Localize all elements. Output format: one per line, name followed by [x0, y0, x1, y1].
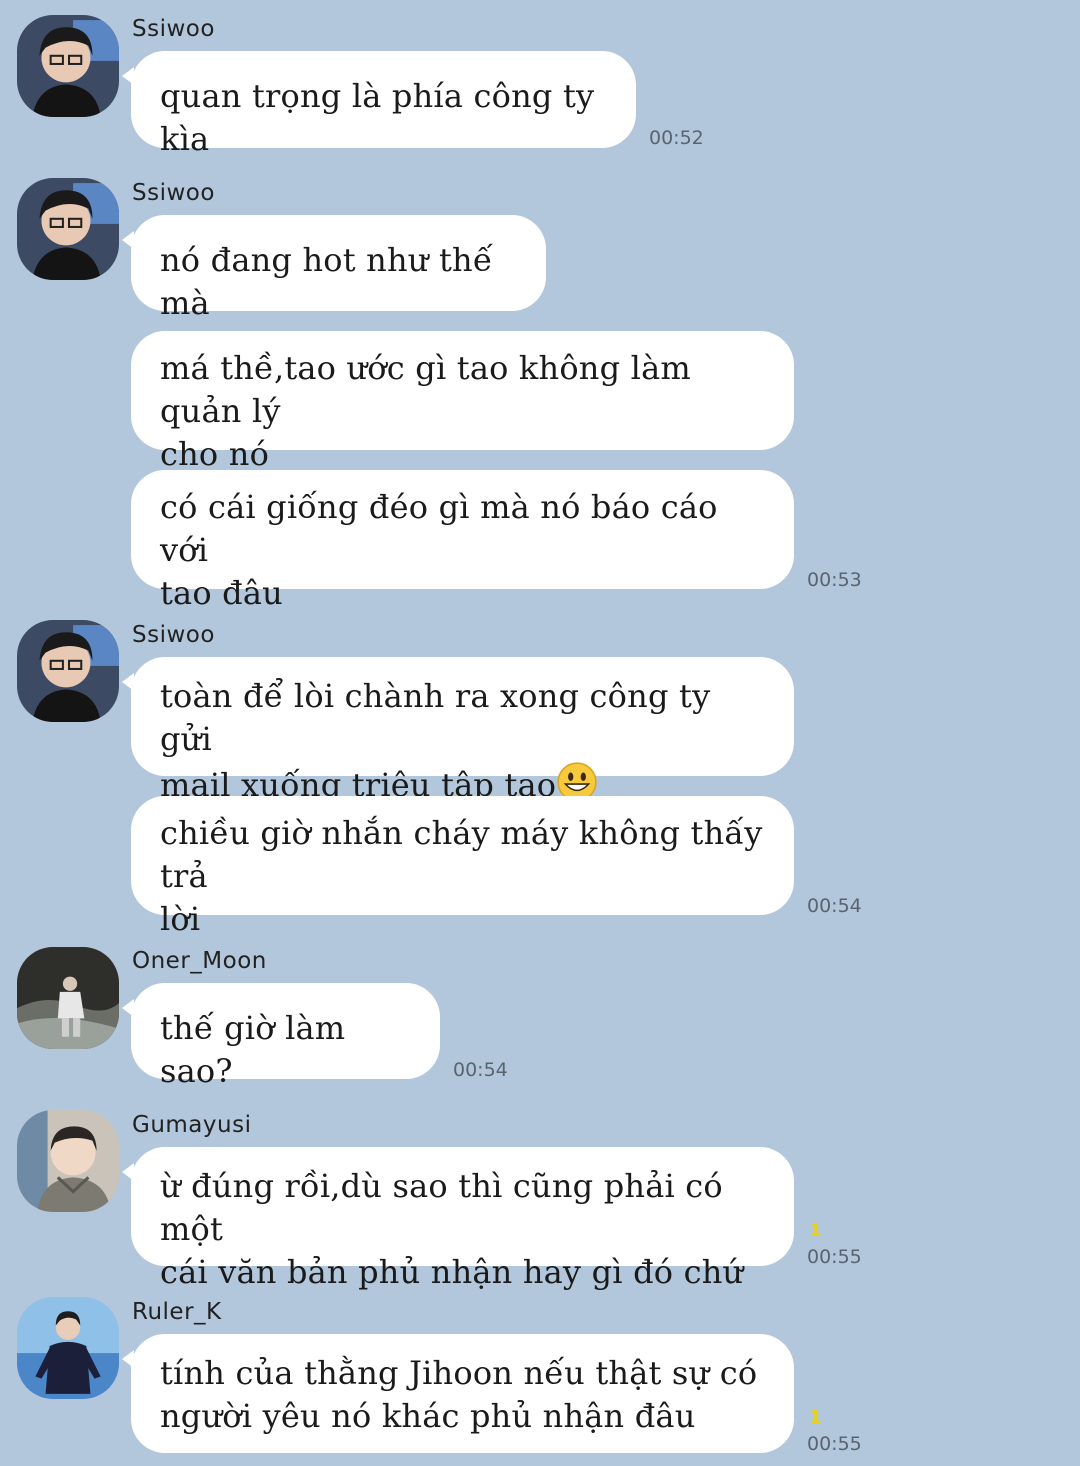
- avatar-oner-moon[interactable]: [17, 947, 119, 1049]
- avatar-gumayusi[interactable]: [17, 1110, 119, 1212]
- sender-name: Oner_Moon: [132, 948, 267, 974]
- message-timestamp: 00:53: [807, 569, 862, 591]
- avatar-ssiwoo[interactable]: [17, 15, 119, 117]
- message-timestamp: 00:54: [453, 1059, 508, 1081]
- message-line: toàn để lòi chành ra xong công ty gửi: [160, 677, 711, 758]
- message-timestamp: 00:55: [807, 1433, 862, 1455]
- message-line: tính của thằng Jihoon nếu thật sự có: [160, 1354, 758, 1392]
- avatar-ssiwoo[interactable]: [17, 620, 119, 722]
- message-line: cái văn bản phủ nhận hay gì đó chứ: [160, 1253, 744, 1291]
- message-bubble[interactable]: nó đang hot như thế mà: [122, 215, 546, 322]
- message-bubble[interactable]: thế giờ làm sao?: [122, 983, 440, 1090]
- message-timestamp: 00:55: [807, 1246, 862, 1268]
- message-line: lời: [160, 900, 201, 938]
- sender-name: Gumayusi: [132, 1112, 252, 1138]
- message-bubble[interactable]: tính của thằng Jihoon nếu thật sự có ngư…: [122, 1334, 794, 1453]
- message-line: quan trọng là phía công ty kìa: [160, 77, 595, 158]
- message-bubble[interactable]: quan trọng là phía công ty kìa: [122, 51, 636, 158]
- message-bubble[interactable]: chiều giờ nhắn cháy máy không thấy trả l…: [131, 796, 794, 938]
- message-line: má thề,tao ước gì tao không làm quản lý: [160, 349, 691, 430]
- message-bubble[interactable]: có cái giống đéo gì mà nó báo cáo với ta…: [131, 470, 794, 612]
- message-line: thế giờ làm sao?: [160, 1009, 346, 1090]
- avatar-ruler-k[interactable]: [17, 1297, 119, 1399]
- message-timestamp: 00:54: [807, 895, 862, 917]
- message-line: tao đâu: [160, 574, 283, 612]
- message-line: chiều giờ nhắn cháy máy không thấy trả: [160, 814, 763, 895]
- sender-name: Ssiwoo: [132, 622, 215, 648]
- sender-name: Ssiwoo: [132, 16, 215, 42]
- message-bubble[interactable]: toàn để lòi chành ra xong công ty gửi ma…: [122, 657, 794, 804]
- message-bubble[interactable]: ừ đúng rồi,dù sao thì cũng phải có một c…: [122, 1147, 794, 1291]
- message-line: người yêu nó khác phủ nhận đâu: [160, 1397, 696, 1435]
- sender-name: Ssiwoo: [132, 180, 215, 206]
- unread-count: 1: [809, 1407, 822, 1428]
- message-timestamp: 00:52: [649, 127, 704, 149]
- message-bubble[interactable]: má thề,tao ước gì tao không làm quản lý …: [131, 331, 794, 473]
- message-line: nó đang hot như thế mà: [160, 241, 493, 322]
- sender-name: Ruler_K: [132, 1299, 222, 1325]
- message-line: ừ đúng rồi,dù sao thì cũng phải có một: [160, 1167, 723, 1248]
- avatar-ssiwoo[interactable]: [17, 178, 119, 280]
- unread-count: 1: [809, 1220, 822, 1241]
- message-line: có cái giống đéo gì mà nó báo cáo với: [160, 488, 718, 569]
